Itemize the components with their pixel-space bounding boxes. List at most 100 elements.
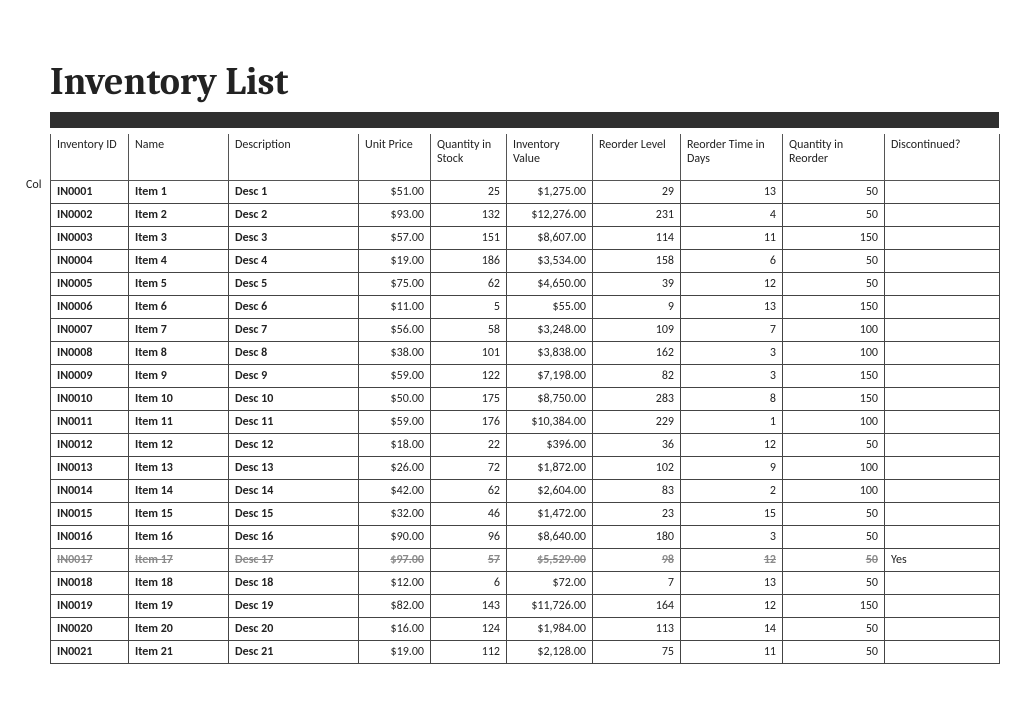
- table-row: IN0004Item 4Desc 4$19.00186$3,534.001586…: [51, 250, 1000, 273]
- cell-id: IN0020: [51, 618, 129, 641]
- cell-qre: 50: [783, 273, 885, 296]
- cell-id: IN0019: [51, 595, 129, 618]
- table-row: IN0018Item 18Desc 18$12.006$72.0071350: [51, 572, 1000, 595]
- cell-price: $75.00: [359, 273, 431, 296]
- cell-desc: Desc 19: [229, 595, 359, 618]
- cell-name: Item 16: [129, 526, 229, 549]
- cell-disc: [885, 434, 1000, 457]
- cell-qty: 101: [431, 342, 507, 365]
- cell-qty: 6: [431, 572, 507, 595]
- cell-disc: [885, 365, 1000, 388]
- cell-qty: 22: [431, 434, 507, 457]
- cell-days: 9: [681, 457, 783, 480]
- cell-val: $3,534.00: [507, 250, 593, 273]
- cell-reo: 180: [593, 526, 681, 549]
- cell-days: 13: [681, 296, 783, 319]
- cell-qre: 50: [783, 641, 885, 664]
- page: Inventory List Col Inventory ID Name Des…: [0, 0, 1009, 684]
- cell-val: $1,984.00: [507, 618, 593, 641]
- cell-desc: Desc 11: [229, 411, 359, 434]
- header-reorder-time-days: Reorder Time in Days: [681, 134, 783, 181]
- cell-qty: 62: [431, 273, 507, 296]
- cell-price: $38.00: [359, 342, 431, 365]
- cell-disc: [885, 204, 1000, 227]
- cell-qre: 50: [783, 618, 885, 641]
- cell-disc: [885, 388, 1000, 411]
- cell-desc: Desc 7: [229, 319, 359, 342]
- cell-qre: 50: [783, 526, 885, 549]
- table-row: IN0015Item 15Desc 15$32.0046$1,472.00231…: [51, 503, 1000, 526]
- cell-price: $90.00: [359, 526, 431, 549]
- cell-days: 8: [681, 388, 783, 411]
- cell-price: $59.00: [359, 411, 431, 434]
- cell-name: Item 15: [129, 503, 229, 526]
- cell-price: $18.00: [359, 434, 431, 457]
- cell-name: Item 11: [129, 411, 229, 434]
- cell-reo: 114: [593, 227, 681, 250]
- cell-name: Item 5: [129, 273, 229, 296]
- header-inventory-id: Inventory ID: [51, 134, 129, 181]
- cell-qty: 186: [431, 250, 507, 273]
- cell-qty: 122: [431, 365, 507, 388]
- cell-id: IN0008: [51, 342, 129, 365]
- header-description: Description: [229, 134, 359, 181]
- cell-desc: Desc 14: [229, 480, 359, 503]
- cell-val: $55.00: [507, 296, 593, 319]
- cell-days: 13: [681, 181, 783, 204]
- cell-val: $5,529.00: [507, 549, 593, 572]
- cell-reo: 9: [593, 296, 681, 319]
- cell-val: $8,640.00: [507, 526, 593, 549]
- cell-days: 12: [681, 595, 783, 618]
- cell-reo: 102: [593, 457, 681, 480]
- cell-desc: Desc 9: [229, 365, 359, 388]
- cell-val: $8,750.00: [507, 388, 593, 411]
- table-row: IN0021Item 21Desc 21$19.00112$2,128.0075…: [51, 641, 1000, 664]
- cell-disc: [885, 319, 1000, 342]
- table-row: IN0017Item 17Desc 17$97.0057$5,529.00981…: [51, 549, 1000, 572]
- cell-val: $2,604.00: [507, 480, 593, 503]
- cell-reo: 162: [593, 342, 681, 365]
- cell-qre: 100: [783, 457, 885, 480]
- cell-id: IN0011: [51, 411, 129, 434]
- cell-qre: 50: [783, 181, 885, 204]
- cell-qre: 150: [783, 227, 885, 250]
- cell-desc: Desc 21: [229, 641, 359, 664]
- cell-days: 2: [681, 480, 783, 503]
- cell-days: 12: [681, 434, 783, 457]
- cell-name: Item 14: [129, 480, 229, 503]
- cell-reo: 283: [593, 388, 681, 411]
- cell-val: $3,248.00: [507, 319, 593, 342]
- cell-name: Item 8: [129, 342, 229, 365]
- cell-qty: 151: [431, 227, 507, 250]
- cell-desc: Desc 18: [229, 572, 359, 595]
- cell-id: IN0014: [51, 480, 129, 503]
- cell-qty: 143: [431, 595, 507, 618]
- header-reorder-level: Reorder Level: [593, 134, 681, 181]
- table-row: IN0008Item 8Desc 8$38.00101$3,838.001623…: [51, 342, 1000, 365]
- table-row: IN0020Item 20Desc 20$16.00124$1,984.0011…: [51, 618, 1000, 641]
- cell-desc: Desc 4: [229, 250, 359, 273]
- cell-desc: Desc 15: [229, 503, 359, 526]
- cell-val: $10,384.00: [507, 411, 593, 434]
- cell-qre: 50: [783, 549, 885, 572]
- cell-qty: 58: [431, 319, 507, 342]
- cell-disc: [885, 227, 1000, 250]
- cell-val: $1,275.00: [507, 181, 593, 204]
- cell-val: $1,472.00: [507, 503, 593, 526]
- cell-name: Item 7: [129, 319, 229, 342]
- table-header-row: Inventory ID Name Description Unit Price…: [51, 134, 1000, 181]
- cell-reo: 158: [593, 250, 681, 273]
- cell-qty: 112: [431, 641, 507, 664]
- cell-qre: 50: [783, 204, 885, 227]
- cell-qty: 175: [431, 388, 507, 411]
- cell-val: $11,726.00: [507, 595, 593, 618]
- cell-qty: 132: [431, 204, 507, 227]
- cell-id: IN0015: [51, 503, 129, 526]
- cell-name: Item 17: [129, 549, 229, 572]
- cell-val: $72.00: [507, 572, 593, 595]
- cell-id: IN0016: [51, 526, 129, 549]
- cell-val: $1,872.00: [507, 457, 593, 480]
- cell-price: $42.00: [359, 480, 431, 503]
- table-row: IN0013Item 13Desc 13$26.0072$1,872.00102…: [51, 457, 1000, 480]
- cell-price: $16.00: [359, 618, 431, 641]
